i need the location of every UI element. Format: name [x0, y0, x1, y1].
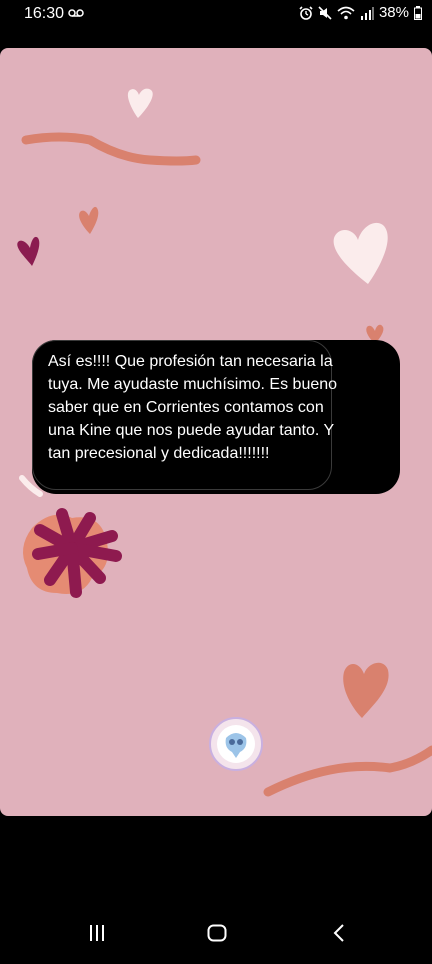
squiggle-line: [21, 132, 201, 166]
squiggle-line: [263, 745, 432, 797]
message-text: Así es!!!! Que profesión tan necesaria l…: [48, 353, 338, 462]
back-icon[interactable]: [332, 924, 346, 942]
profile-avatar-icon: [209, 717, 263, 771]
profile-avatar[interactable]: [208, 716, 264, 772]
battery-icon: [414, 5, 422, 20]
status-icons: 38%: [299, 4, 422, 21]
alarm-icon: [299, 5, 313, 20]
heart-shape: [127, 88, 153, 118]
heart-shape: [343, 662, 389, 718]
heart-shape: [333, 222, 388, 284]
status-time: 16:30: [24, 5, 65, 22]
story-card[interactable]: Así es!!!! Que profesión tan necesaria l…: [0, 48, 432, 816]
home-icon[interactable]: [207, 924, 227, 942]
heart-shape: [79, 206, 99, 234]
status-bar: 16:30 38%: [0, 0, 432, 30]
navigation-bar: [0, 900, 432, 964]
signal-icon: [360, 6, 374, 20]
mute-icon: [318, 5, 332, 20]
battery-percent: 38%: [378, 4, 409, 21]
recent-apps-icon[interactable]: [88, 924, 106, 942]
heart-shape: [17, 236, 40, 266]
wifi-icon: [337, 6, 355, 19]
voicemail-icon: [68, 9, 84, 17]
